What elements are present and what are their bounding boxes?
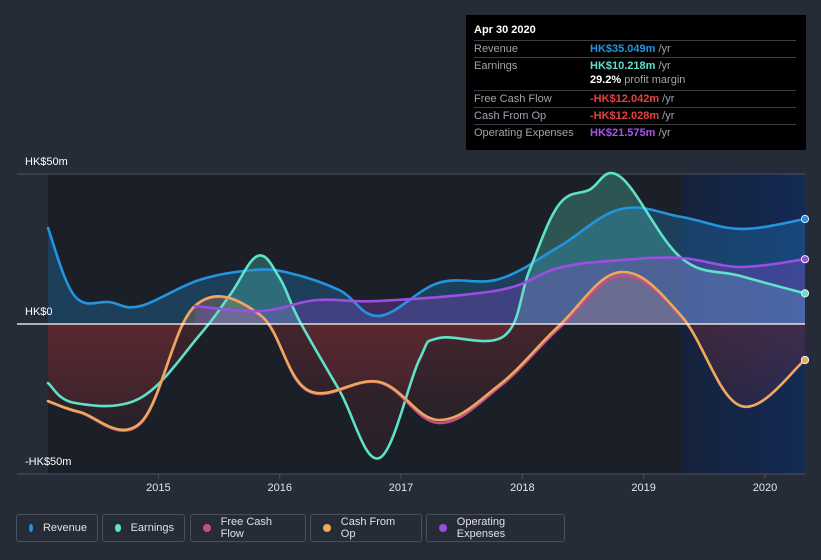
tooltip-row-cash-from-op: Cash From Op -HK$12.028m /yr: [474, 107, 796, 125]
tooltip-date: Apr 30 2020: [474, 24, 536, 36]
free-cash-flow-dot-icon: [203, 524, 211, 532]
revenue-dot-icon: [29, 524, 33, 532]
tooltip-value: HK$35.049m: [590, 43, 656, 55]
operating-expenses-end-point[interactable]: [800, 255, 810, 264]
tooltip: Apr 30 2020 Revenue HK$35.049m /yr Earni…: [466, 15, 806, 150]
legend-item-free-cash-flow[interactable]: Free Cash Flow: [190, 514, 306, 542]
legend-item-revenue[interactable]: Revenue: [16, 514, 98, 542]
tooltip-value: -HK$12.042m: [590, 93, 660, 105]
earnings-dot-icon: [115, 524, 121, 532]
tooltip-label: Earnings: [474, 60, 518, 72]
tooltip-unit: /yr: [659, 110, 675, 122]
legend-item-earnings[interactable]: Earnings: [102, 514, 185, 542]
x-tick-label: 2020: [752, 482, 778, 494]
tooltip-value: -HK$12.028m: [590, 110, 660, 122]
legend-label: Operating Expenses: [456, 516, 506, 540]
tooltip-label: Revenue: [474, 43, 519, 55]
y-tick-label-bottom: -HK$50m: [25, 456, 72, 468]
tooltip-unit: /yr: [655, 60, 671, 72]
tooltip-unit: /yr: [659, 93, 675, 105]
legend-label: Cash From Op: [340, 516, 396, 540]
x-tick-label: 2017: [388, 482, 414, 494]
operating-expenses-dot-icon: [439, 524, 447, 532]
revenue-end-point[interactable]: [800, 214, 810, 224]
legend-label: Earnings: [130, 522, 174, 534]
tooltip-profit-margin: 29.2% profit margin: [590, 74, 685, 86]
cash-from-op-dot-icon: [323, 524, 331, 532]
x-tick-label: 2019: [631, 482, 656, 494]
tooltip-unit: /yr: [655, 127, 671, 139]
legend-label: Revenue: [42, 522, 87, 534]
legend-item-cash-from-op[interactable]: Cash From Op: [310, 514, 422, 542]
tooltip-label: Operating Expenses: [474, 127, 574, 139]
y-tick-label-zero: HK$0: [25, 306, 53, 318]
tooltip-row-free-cash-flow: Free Cash Flow -HK$12.042m /yr: [474, 90, 796, 108]
earnings-end-point[interactable]: [800, 289, 810, 298]
x-tick-label: 2016: [267, 482, 292, 494]
x-tick-label: 2015: [146, 482, 171, 494]
tooltip-row-earnings: Earnings HK$10.218m /yr: [474, 57, 796, 75]
cash-from-op-end-point[interactable]: [800, 355, 810, 365]
tooltip-value: HK$21.575m: [590, 127, 656, 139]
profit-margin-label: profit margin: [621, 74, 686, 86]
tooltip-label: Cash From Op: [474, 110, 547, 122]
y-tick-label-top: HK$50m: [25, 156, 68, 168]
legend-item-operating-expenses[interactable]: Operating Expenses: [426, 514, 565, 542]
x-tick-label: 2018: [510, 482, 535, 494]
tooltip-unit: /yr: [655, 43, 671, 55]
tooltip-row-operating-expenses: Operating Expenses HK$21.575m /yr: [474, 124, 796, 142]
profit-margin-value: 29.2%: [590, 74, 622, 86]
tooltip-label: Free Cash Flow: [474, 93, 552, 105]
legend-label: Free Cash Flow: [220, 516, 273, 540]
tooltip-row-revenue: Revenue HK$35.049m /yr: [474, 40, 796, 58]
tooltip-value: HK$10.218m: [590, 60, 656, 72]
